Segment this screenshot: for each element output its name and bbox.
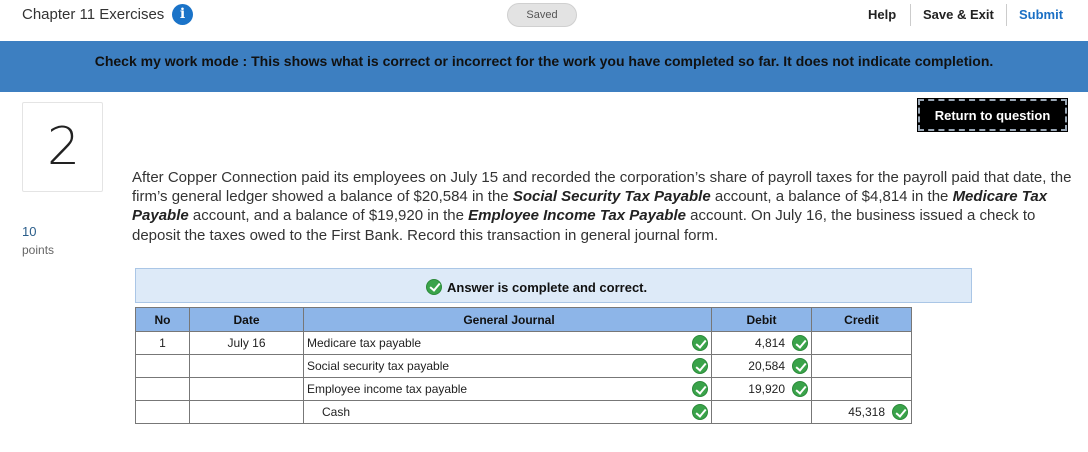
check-mode-banner-text: Check my work mode : This shows what is … (94, 53, 994, 69)
question-text: After Copper Connection paid its employe… (132, 168, 1072, 245)
row-credit-cell[interactable] (811, 331, 912, 355)
row-credit-cell[interactable] (811, 377, 912, 401)
row-credit-cell[interactable] (811, 354, 912, 378)
row-date-cell[interactable]: July 16 (189, 331, 304, 355)
column-header-debit: Debit (711, 307, 812, 332)
answer-status-text: Answer is complete and correct. (447, 280, 648, 295)
journal-row: Employee income tax payable 19,920 (135, 377, 912, 401)
row-account-cell[interactable]: Cash (303, 400, 712, 424)
journal-row: Cash 45,318 (135, 400, 912, 424)
question-text-part: account, and a balance of $19,920 in the (188, 207, 469, 225)
top-bar: Chapter 11 Exercises i Saved Help Save &… (0, 0, 1088, 40)
debit-amount: 4,814 (754, 336, 785, 350)
journal-row: 1 July 16 Medicare tax payable 4,814 (135, 331, 912, 355)
check-mode-banner: Check my work mode : This shows what is … (0, 41, 1088, 92)
row-no-cell (135, 377, 190, 401)
row-account-cell[interactable]: Social security tax payable (303, 354, 712, 378)
credit-amount: 45,318 (848, 405, 885, 419)
debit-amount: 19,920 (748, 382, 785, 396)
row-debit-cell[interactable]: 4,814 (711, 331, 812, 355)
row-date-cell[interactable] (189, 354, 304, 378)
points-value: 10 (22, 224, 37, 239)
row-date-cell[interactable] (189, 377, 304, 401)
info-icon[interactable]: i (172, 4, 193, 25)
check-circle-icon (792, 381, 808, 397)
account-name: Medicare tax payable (307, 336, 422, 350)
account-name: Employee income tax payable (307, 382, 468, 396)
question-text-part: account, a balance of $4,814 in the (710, 188, 953, 206)
journal-header-row: No Date General Journal Debit Credit (135, 307, 912, 332)
help-link[interactable]: Help (868, 7, 896, 22)
question-number-card: 2 (22, 102, 103, 192)
check-circle-icon (792, 358, 808, 374)
column-header-date: Date (189, 307, 304, 332)
check-circle-icon (692, 358, 708, 374)
row-date-cell[interactable] (189, 400, 304, 424)
chapter-title: Chapter 11 Exercises (22, 6, 165, 23)
column-header-credit: Credit (811, 307, 912, 332)
saved-status-badge: Saved (507, 3, 577, 27)
return-to-question-button[interactable]: Return to question (917, 98, 1068, 132)
account-name: Cash (322, 405, 351, 419)
question-text-emphasis: Social Security Tax Payable (512, 188, 711, 206)
row-no-cell: 1 (135, 331, 190, 355)
submit-link[interactable]: Submit (1019, 7, 1063, 22)
points-label: points (22, 243, 55, 257)
account-name: Social security tax payable (307, 359, 450, 373)
divider (1006, 4, 1007, 26)
check-circle-icon (792, 335, 808, 351)
column-header-general-journal: General Journal (303, 307, 712, 332)
check-circle-icon (692, 404, 708, 420)
row-debit-cell[interactable] (711, 400, 812, 424)
row-account-cell[interactable]: Medicare tax payable (303, 331, 712, 355)
row-no-cell (135, 400, 190, 424)
row-no-cell (135, 354, 190, 378)
column-header-no: No (135, 307, 190, 332)
check-circle-icon (692, 335, 708, 351)
check-circle-icon (426, 278, 442, 295)
debit-amount: 20,584 (748, 359, 785, 373)
journal-row: Social security tax payable 20,584 (135, 354, 912, 378)
row-account-cell[interactable]: Employee income tax payable (303, 377, 712, 401)
row-debit-cell[interactable]: 19,920 (711, 377, 812, 401)
divider (910, 4, 911, 26)
check-circle-icon (692, 381, 708, 397)
save-exit-link[interactable]: Save & Exit (923, 7, 994, 22)
journal-table: No Date General Journal Debit Credit 1 J… (135, 307, 912, 424)
question-text-emphasis: Employee Income Tax Payable (468, 207, 686, 225)
question-number: 2 (46, 117, 81, 177)
row-debit-cell[interactable]: 20,584 (711, 354, 812, 378)
row-credit-cell[interactable]: 45,318 (811, 400, 912, 424)
check-circle-icon (892, 404, 908, 420)
